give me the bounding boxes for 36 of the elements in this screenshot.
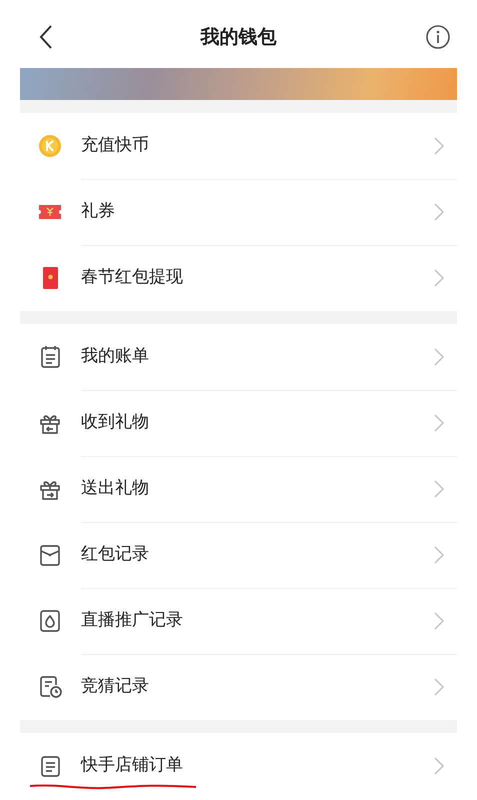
menu-item[interactable]: 送出礼物	[20, 456, 457, 522]
menu-item[interactable]: 红包记录	[20, 522, 457, 588]
menu-item[interactable]: 礼券	[20, 179, 457, 245]
chevron-right-icon	[434, 268, 444, 288]
menu-label: 送出礼物	[81, 477, 150, 500]
menu-item[interactable]: 春节红包提现	[20, 245, 457, 311]
back-icon[interactable]	[38, 24, 54, 50]
menu-label: 收到礼物	[81, 411, 150, 434]
chevron-right-icon	[434, 202, 444, 222]
document-clock-icon	[37, 674, 63, 700]
chevron-right-icon	[434, 479, 444, 499]
info-icon[interactable]	[425, 24, 451, 50]
menu-item[interactable]: 我的账单	[20, 324, 457, 390]
menu-label: 红包记录	[81, 543, 150, 566]
menu-label: 直播推广记录	[81, 609, 184, 632]
menu-label: 礼券	[81, 200, 116, 224]
envelope-icon	[37, 542, 63, 568]
chevron-right-icon	[434, 347, 444, 367]
menu-label: 我的账单	[81, 345, 150, 368]
page-title: 我的钱包	[200, 24, 276, 50]
menu-label: 竞猜记录	[81, 675, 150, 698]
chevron-right-icon	[434, 611, 444, 631]
menu-item[interactable]: 充值快币	[20, 113, 457, 179]
menu-item[interactable]: 直播推广记录	[20, 588, 457, 654]
menu-item[interactable]: 收到礼物	[20, 390, 457, 456]
menu-item[interactable]: 竞猜记录	[20, 654, 457, 720]
chevron-right-icon	[434, 677, 444, 697]
menu-label: 快手店铺订单	[81, 754, 184, 778]
chevron-right-icon	[434, 756, 444, 776]
chevron-right-icon	[434, 545, 444, 565]
coin-icon	[37, 133, 63, 159]
chevron-right-icon	[434, 413, 444, 433]
menu-label: 春节红包提现	[81, 266, 184, 290]
menu-label: 充值快币	[81, 134, 150, 158]
chevron-right-icon	[434, 136, 444, 156]
menu-item[interactable]: 快手店铺订单	[20, 733, 457, 799]
